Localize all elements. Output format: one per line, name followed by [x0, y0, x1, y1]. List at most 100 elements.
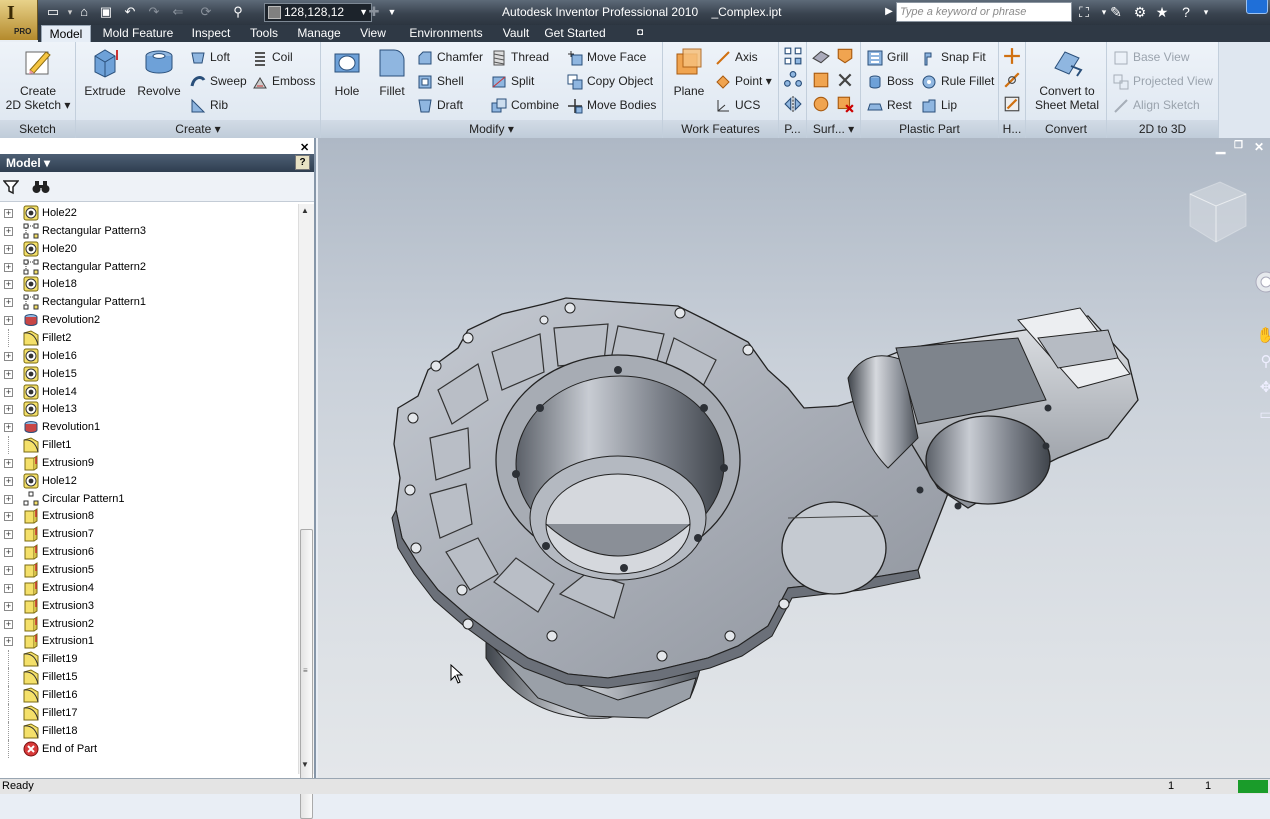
browser-node[interactable]: + Extrusion9: [0, 454, 298, 472]
expand-node-icon[interactable]: +: [4, 387, 13, 397]
expand-node-icon[interactable]: +: [4, 351, 13, 361]
thicken-icon[interactable]: [812, 47, 830, 65]
copy-object-button[interactable]: Copy Object: [567, 70, 653, 92]
snap-fit-button[interactable]: Snap Fit: [921, 46, 986, 68]
browser-node[interactable]: + Hole12: [0, 472, 298, 490]
browser-node[interactable]: + Revolution1: [0, 418, 298, 436]
boss-button[interactable]: Boss: [867, 70, 914, 92]
extrude-button[interactable]: Extrude: [82, 46, 128, 98]
browser-node[interactable]: + Extrusion8: [0, 507, 298, 525]
thread-button[interactable]: Thread: [491, 46, 549, 68]
expand-node-icon[interactable]: +: [4, 298, 13, 308]
delete-face-icon[interactable]: [836, 95, 854, 113]
communication-icon[interactable]: ⚙: [1130, 3, 1150, 21]
projected-view-button[interactable]: Projected View: [1113, 70, 1213, 92]
grill-button[interactable]: Grill: [867, 46, 908, 68]
tab-environments[interactable]: Environments: [400, 25, 492, 42]
sculpt-icon[interactable]: [812, 71, 830, 89]
move-bodies-button[interactable]: Move Bodies: [567, 94, 656, 116]
expand-node-icon[interactable]: +: [4, 583, 13, 593]
expand-node-icon[interactable]: +: [4, 369, 13, 379]
convert-to-sheet-metal-button[interactable]: Convert to Sheet Metal: [1030, 46, 1104, 112]
help-dropdown-icon[interactable]: ▾: [1196, 3, 1216, 21]
draft-button[interactable]: Draft: [417, 94, 463, 116]
rect-pattern-icon[interactable]: [784, 47, 802, 65]
browser-node[interactable]: + Circular Pattern1: [0, 490, 298, 508]
tab-view[interactable]: View: [354, 25, 392, 42]
expand-node-icon[interactable]: +: [4, 530, 13, 540]
browser-scrollbar[interactable]: ▲ ≡ ▼: [298, 204, 314, 819]
tab-model[interactable]: Model: [41, 25, 91, 42]
expand-node-icon[interactable]: +: [4, 280, 13, 290]
expand-node-icon[interactable]: +: [4, 512, 13, 522]
save-icon[interactable]: ▣: [98, 4, 114, 20]
binoculars-icon[interactable]: ⛶: [1074, 3, 1094, 21]
tab-mold-feature[interactable]: Mold Feature: [98, 25, 178, 42]
browser-node[interactable]: + Extrusion2: [0, 615, 298, 633]
scroll-down-icon[interactable]: ▼: [301, 760, 309, 769]
browser-node[interactable]: Fillet15: [0, 668, 298, 687]
browser-node[interactable]: Fillet2: [0, 328, 298, 347]
minimize-button[interactable]: [1246, 0, 1268, 14]
search-expand-icon[interactable]: ▶: [881, 4, 897, 20]
ucs-button[interactable]: UCS: [715, 94, 760, 116]
browser-node[interactable]: + Extrusion3: [0, 597, 298, 615]
browser-help-icon[interactable]: ?: [295, 155, 310, 170]
modify-panel-title[interactable]: Modify ▾: [321, 120, 662, 138]
expand-node-icon[interactable]: +: [4, 316, 13, 326]
browser-node[interactable]: + Extrusion5: [0, 561, 298, 579]
expand-node-icon[interactable]: +: [4, 476, 13, 486]
browser-node[interactable]: + Hole15: [0, 365, 298, 383]
combine-button[interactable]: Combine: [491, 94, 559, 116]
tab-vault[interactable]: Vault: [496, 25, 536, 42]
expand-node-icon[interactable]: +: [4, 244, 13, 254]
harness-icon-1[interactable]: [1003, 47, 1021, 65]
hole-button[interactable]: Hole: [327, 46, 367, 98]
favorites-star-icon[interactable]: ★: [1152, 3, 1172, 21]
application-menu-button[interactable]: I PRO: [0, 0, 38, 40]
scroll-up-icon[interactable]: ▲: [301, 206, 309, 215]
point-button[interactable]: Point ▾: [715, 70, 772, 92]
chamfer-button[interactable]: Chamfer: [417, 46, 483, 68]
expand-node-icon[interactable]: +: [4, 637, 13, 647]
browser-node[interactable]: + Hole22: [0, 204, 298, 222]
undo-icon[interactable]: ↶: [122, 4, 138, 20]
browser-close-icon[interactable]: ✕: [300, 141, 309, 154]
mirror-icon[interactable]: [784, 95, 802, 113]
plane-button[interactable]: Plane: [669, 46, 709, 98]
trim-surface-icon[interactable]: [836, 71, 854, 89]
expand-node-icon[interactable]: +: [4, 405, 13, 415]
emboss-button[interactable]: Emboss: [252, 70, 315, 92]
revolve-button[interactable]: Revolve: [134, 46, 184, 98]
expand-node-icon[interactable]: +: [4, 226, 13, 236]
move-face-button[interactable]: Move Face: [567, 46, 646, 68]
subscription-icon[interactable]: ✎: [1106, 3, 1126, 21]
rule-fillet-button[interactable]: Rule Fillet: [921, 70, 994, 92]
browser-node[interactable]: + Rectangular Pattern3: [0, 222, 298, 240]
color-override-select[interactable]: 128,128,12 ▼: [264, 3, 372, 22]
replace-face-icon[interactable]: [812, 95, 830, 113]
browser-node[interactable]: + Hole13: [0, 400, 298, 418]
browser-node[interactable]: + Extrusion6: [0, 543, 298, 561]
expand-node-icon[interactable]: +: [4, 566, 13, 575]
browser-node[interactable]: + Extrusion4: [0, 579, 298, 597]
browser-node[interactable]: Fillet19: [0, 650, 298, 669]
expand-node-icon[interactable]: +: [4, 458, 13, 468]
surface-panel-title[interactable]: Surf... ▾: [807, 120, 860, 138]
open-folder-icon[interactable]: ⌂: [76, 4, 92, 20]
redo-icon[interactable]: ↷: [146, 4, 162, 20]
browser-node[interactable]: + Extrusion1: [0, 632, 298, 650]
align-sketch-button[interactable]: Align Sketch: [1113, 94, 1200, 116]
browser-node[interactable]: End of Part: [0, 739, 298, 758]
browser-node[interactable]: + Hole20: [0, 240, 298, 258]
browser-node[interactable]: Fillet18: [0, 721, 298, 740]
minimize-ribbon-icon[interactable]: ◘: [632, 25, 648, 42]
create-2d-sketch-button[interactable]: Create 2D Sketch ▾: [4, 46, 72, 112]
harness-icon-2[interactable]: [1003, 71, 1021, 89]
harness-icon-3[interactable]: [1003, 95, 1021, 113]
select-filter-icon[interactable]: ⚲: [230, 4, 246, 20]
browser-node[interactable]: + Revolution2: [0, 311, 298, 329]
return-icon[interactable]: ⇐: [170, 4, 186, 20]
tab-manage[interactable]: Manage: [292, 25, 346, 42]
create-panel-title[interactable]: Create ▾: [76, 120, 320, 138]
